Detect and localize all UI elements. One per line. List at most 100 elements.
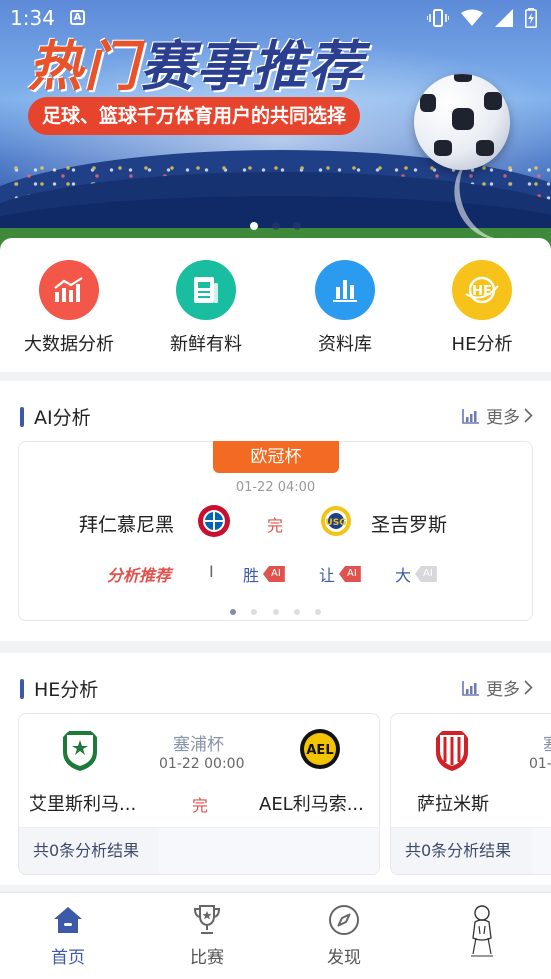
svg-text:AEL: AEL xyxy=(306,743,333,758)
status-bar: 1:34 A xyxy=(0,0,551,36)
pick-label: 让 xyxy=(319,566,336,585)
menu-label: HE分析 xyxy=(451,334,513,355)
section-title: AI分析 xyxy=(34,407,91,429)
ai-match-card[interactable]: 欧冠杯 01-22 04:00 拜仁慕尼黑 完 USG 圣吉罗斯 分析推荐 I … xyxy=(18,441,533,621)
avatar-sketch-icon xyxy=(432,903,532,963)
status-time: 1:34 xyxy=(10,6,55,30)
menu-item-database[interactable]: 资料库 xyxy=(280,260,410,356)
tab-label: 首页 xyxy=(51,948,85,968)
svg-text:USG: USG xyxy=(325,518,346,528)
he-match-card[interactable]: 塞浦杯 01-22 00:00 AEL 艾里斯利马... 完 AEL利马索...… xyxy=(18,713,380,875)
he-match-card[interactable]: 塞 01- 萨拉米斯 共0条分析结果 xyxy=(390,713,551,875)
banner-dot[interactable] xyxy=(250,222,259,230)
home-icon xyxy=(18,903,118,937)
nea-salamis-logo-icon xyxy=(436,731,468,771)
ai-tag: AI xyxy=(263,566,285,582)
signal-icon xyxy=(495,9,513,27)
home-team-name: 拜仁慕尼黑 xyxy=(79,514,175,536)
tab-discover[interactable]: 发现 xyxy=(294,903,394,968)
tab-home[interactable]: 首页 xyxy=(18,903,118,968)
tab-profile[interactable] xyxy=(432,903,532,963)
pick-handicap[interactable]: 让 AI xyxy=(319,562,361,586)
recommend-label: 分析推荐 xyxy=(107,566,172,585)
separator: I xyxy=(209,562,214,581)
menu-label: 新鲜有料 xyxy=(170,334,242,355)
pick-label: 胜 xyxy=(243,566,260,585)
more-link[interactable]: 更多 xyxy=(462,675,533,700)
menu-item-news[interactable]: 新鲜有料 xyxy=(141,260,271,356)
pick-over[interactable]: 大 AI xyxy=(395,562,437,586)
card-pagination xyxy=(19,600,532,619)
banner-dot[interactable] xyxy=(271,222,280,230)
league-badge: 欧冠杯 xyxy=(213,441,339,473)
pager-dot[interactable] xyxy=(251,609,258,615)
he-analysis-section: HE分析 更多 塞浦杯 01-22 00:00 AEL 艾里斯利马... 完 A… xyxy=(0,653,551,885)
pager-dot[interactable] xyxy=(293,609,300,615)
chevron-right-icon xyxy=(524,408,533,423)
bar-chart-trend-icon xyxy=(39,260,99,320)
home-team-name: 萨拉米斯 xyxy=(417,794,489,815)
ael-logo-icon: AEL xyxy=(300,729,340,769)
quick-menu: 大数据分析 新鲜有料 资料库 HE HE分析 xyxy=(0,238,551,372)
menu-item-big-data[interactable]: 大数据分析 xyxy=(4,260,134,356)
ai-analysis-section: AI分析 更多 欧冠杯 01-22 04:00 拜仁慕尼黑 完 USG 圣吉罗斯… xyxy=(0,381,551,641)
news-doc-icon xyxy=(176,260,236,320)
ai-tag: AI xyxy=(415,566,437,582)
tab-matches[interactable]: 比赛 xyxy=(157,903,257,968)
more-label: 更多 xyxy=(486,680,520,700)
banner-subtitle: 足球、篮球千万体育用户的共同选择 xyxy=(28,97,361,135)
stats-chart-icon xyxy=(462,408,479,424)
result-count: 共0条分析结果 xyxy=(19,828,159,874)
aris-limassol-logo-icon xyxy=(63,731,97,771)
pick-win[interactable]: 胜 AI xyxy=(243,562,285,586)
battery-icon xyxy=(525,8,537,28)
pager-dot[interactable] xyxy=(272,609,279,615)
banner-pagination xyxy=(0,215,551,234)
away-team-name: AEL利马索... xyxy=(259,794,364,815)
menu-label: 资料库 xyxy=(318,334,372,355)
svg-text:HE: HE xyxy=(472,284,492,299)
card-footer: 共0条分析结果 xyxy=(391,827,551,874)
hero-banner[interactable]: 热门赛事推荐 足球、篮球千万体育用户的共同选择 1:34 A xyxy=(0,0,551,260)
database-bars-icon xyxy=(315,260,375,320)
more-link[interactable]: 更多 xyxy=(462,403,533,428)
match-status: 完 xyxy=(192,796,209,815)
chevron-right-icon xyxy=(524,680,533,695)
match-status: 完 xyxy=(267,516,284,535)
trophy-icon xyxy=(157,903,257,937)
ai-tag: AI xyxy=(339,566,361,582)
notification-icon: A xyxy=(70,10,85,25)
pager-dot[interactable] xyxy=(230,609,237,615)
match-time: 01-22 00:00 xyxy=(159,756,245,772)
tab-label: 比赛 xyxy=(190,948,224,968)
match-time: 01- xyxy=(529,756,551,772)
section-header: AI分析 xyxy=(20,403,91,430)
section-title: HE分析 xyxy=(34,679,99,701)
compass-icon xyxy=(294,903,394,937)
banner-dot[interactable] xyxy=(292,222,301,230)
home-team-name: 艾里斯利马... xyxy=(29,794,137,815)
wifi-icon xyxy=(461,9,483,26)
pick-label: 大 xyxy=(395,566,412,585)
pager-dot[interactable] xyxy=(314,609,321,615)
he-globe-icon: HE xyxy=(452,260,512,320)
match-time: 01-22 04:00 xyxy=(235,480,316,495)
vibrate-icon xyxy=(427,9,449,27)
banner-title-highlight: 热门 xyxy=(28,35,140,98)
section-accent-bar xyxy=(20,406,24,427)
section-accent-bar xyxy=(20,678,24,699)
section-header: HE分析 xyxy=(20,675,98,702)
menu-item-he-analysis[interactable]: HE HE分析 xyxy=(417,260,547,356)
card-footer: 共0条分析结果 xyxy=(19,827,379,874)
banner-title-rest: 赛事推荐 xyxy=(140,35,364,98)
bayern-logo-icon xyxy=(198,505,230,537)
stats-chart-icon xyxy=(462,680,479,696)
away-team-name: 圣吉罗斯 xyxy=(371,514,448,536)
more-label: 更多 xyxy=(486,408,520,428)
menu-label: 大数据分析 xyxy=(24,334,114,355)
soccer-ball-icon xyxy=(414,74,510,170)
union-sg-logo-icon: USG xyxy=(321,506,351,536)
tab-label: 发现 xyxy=(327,948,361,968)
league-name: 塞 xyxy=(543,730,551,755)
bottom-navigation: 首页 比赛 发现 xyxy=(0,892,551,979)
